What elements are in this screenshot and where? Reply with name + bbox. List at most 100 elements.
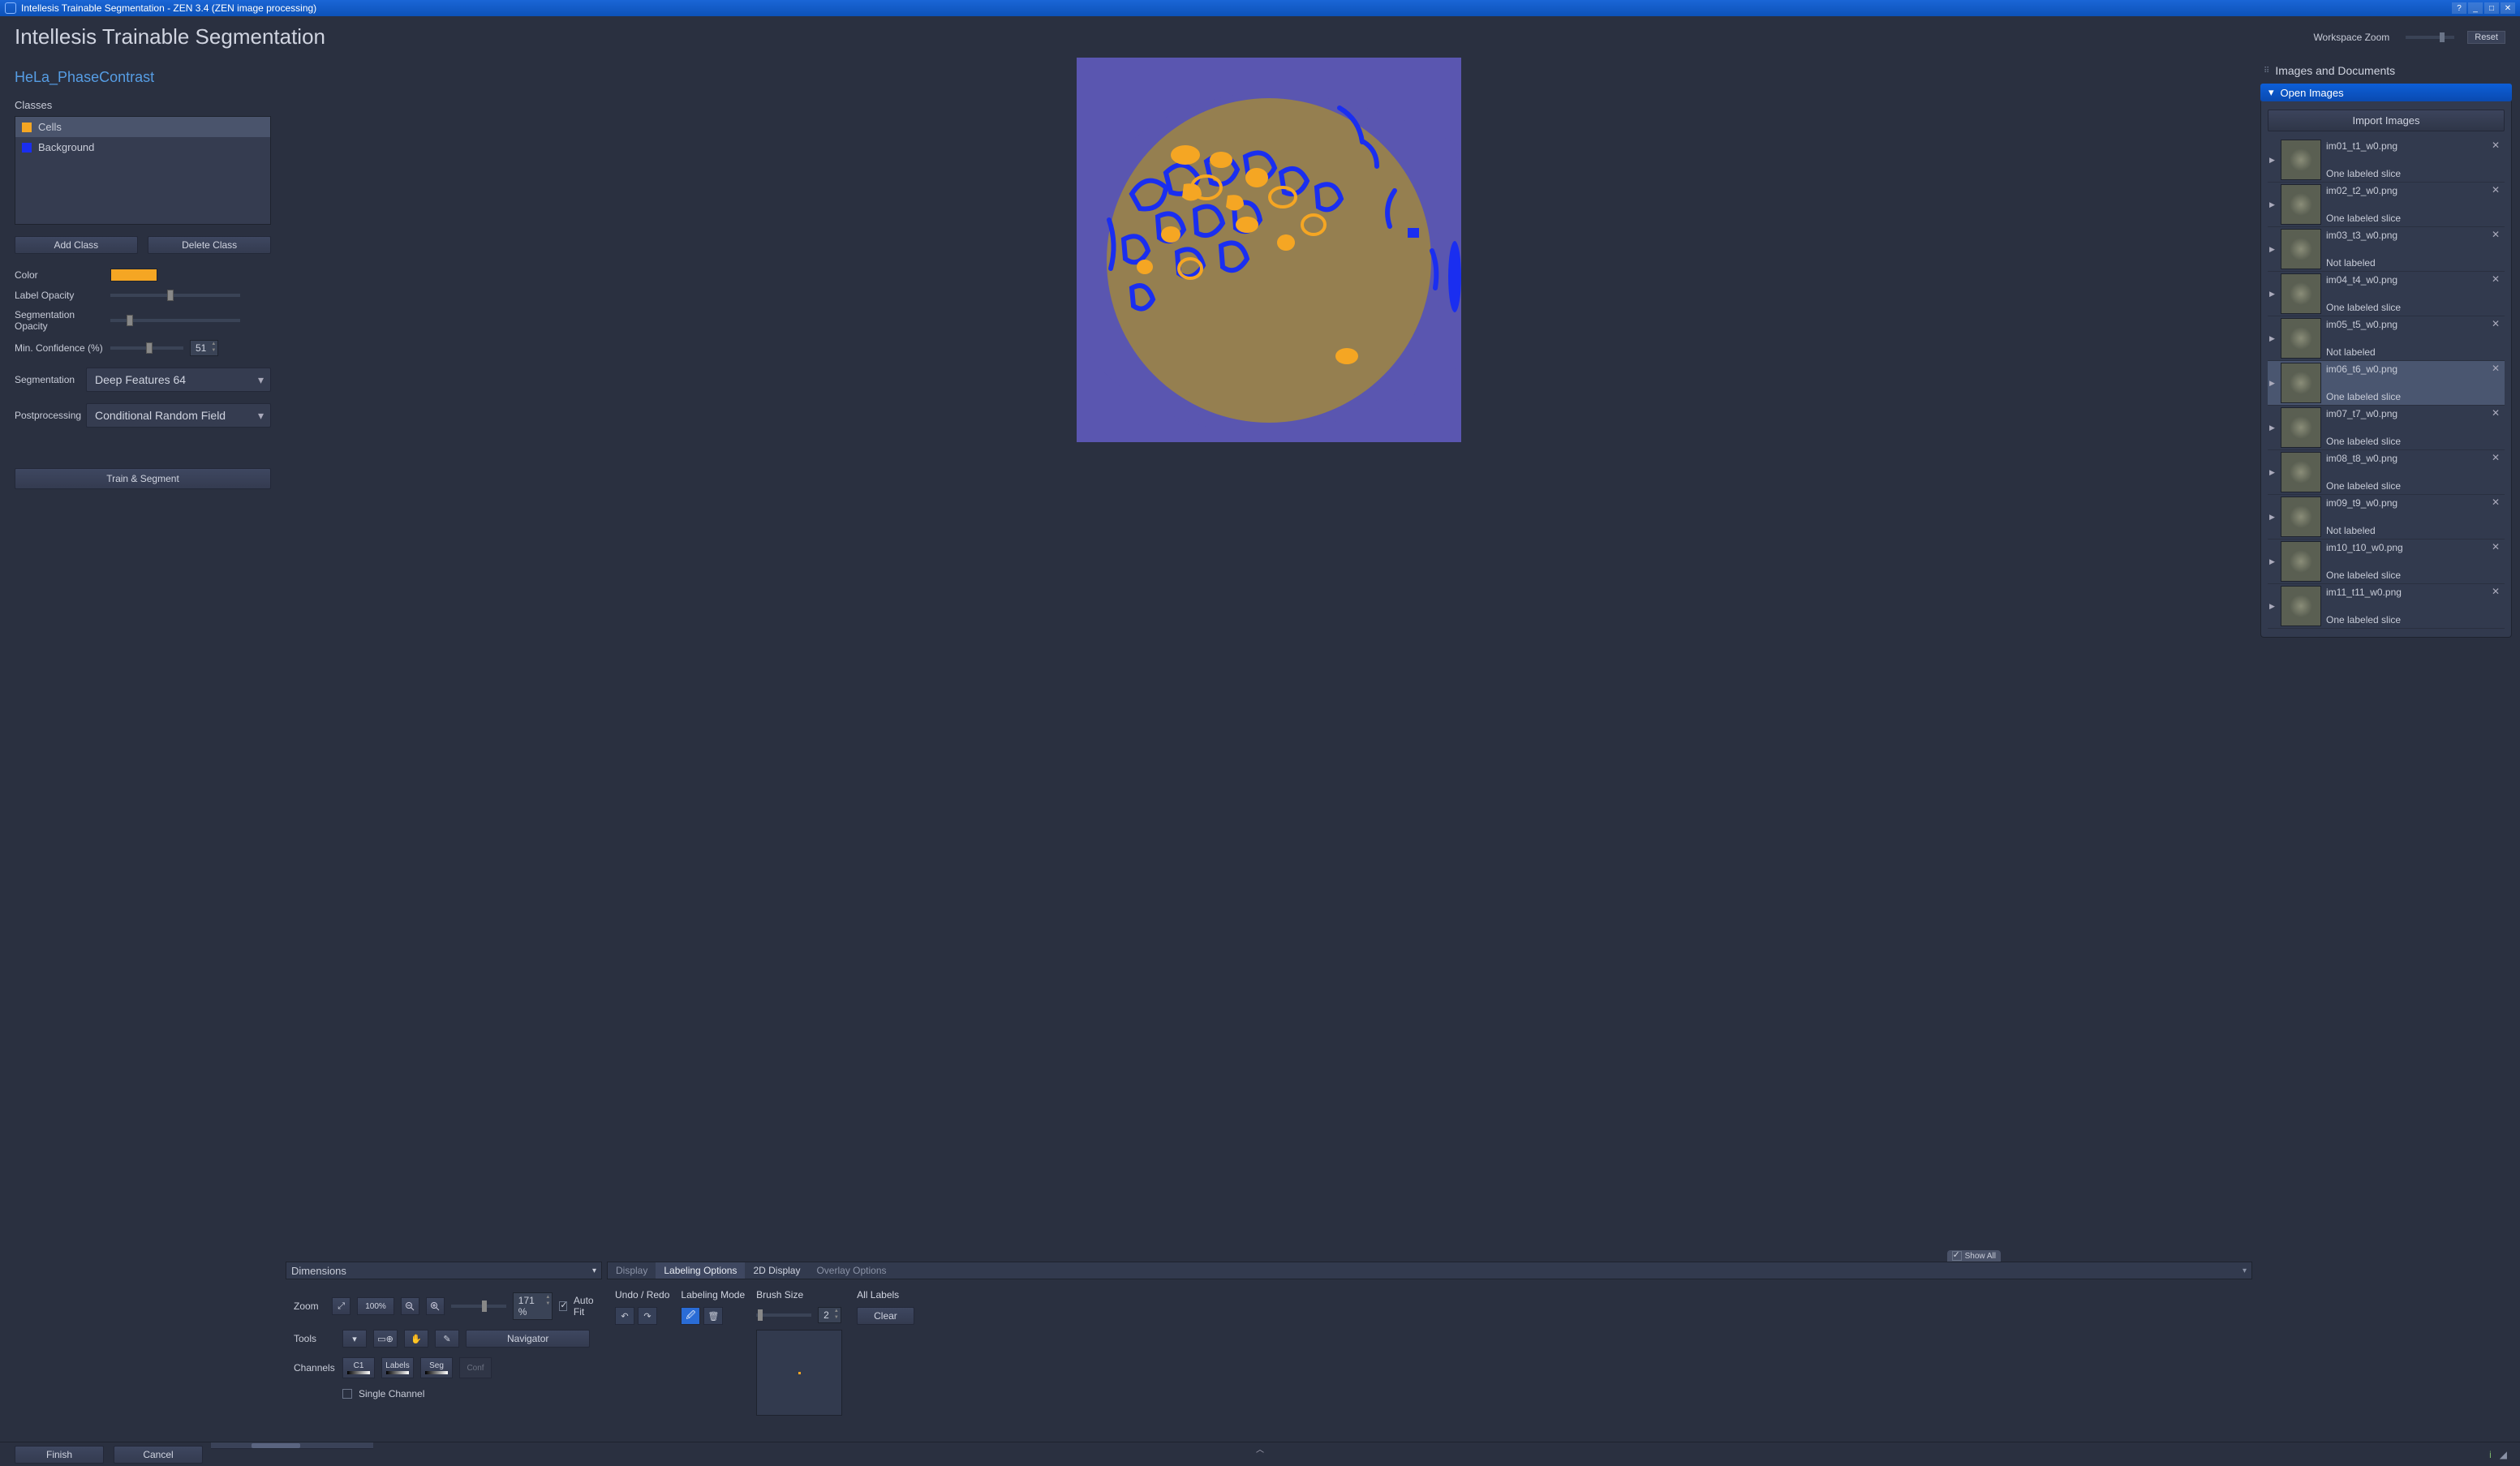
redo-button[interactable]: ↷ — [638, 1307, 657, 1325]
classes-list[interactable]: Cells Background — [15, 116, 271, 225]
min-confidence-value[interactable]: 51 — [190, 340, 218, 356]
expand-icon[interactable]: ▶ — [2269, 497, 2276, 537]
zoom-slider[interactable] — [451, 1305, 506, 1308]
clear-button[interactable]: Clear — [857, 1307, 914, 1325]
pan-tool[interactable]: ✋ — [404, 1330, 428, 1348]
image-list-item[interactable]: ▶im07_t7_w0.pngOne labeled slice✕ — [2268, 406, 2505, 450]
zoom-in-button[interactable] — [426, 1297, 445, 1315]
delete-class-button[interactable]: Delete Class — [148, 236, 271, 254]
close-icon[interactable]: ✕ — [2492, 407, 2503, 419]
cancel-button[interactable]: Cancel — [114, 1446, 203, 1464]
minimize-button[interactable]: _ — [2468, 2, 2483, 14]
expand-icon[interactable]: ▶ — [2269, 363, 2276, 403]
image-list-item[interactable]: ▶im08_t8_w0.pngOne labeled slice✕ — [2268, 450, 2505, 495]
tab-overlay-options[interactable]: Overlay Options — [808, 1262, 894, 1279]
show-all-checkbox[interactable] — [1952, 1251, 1962, 1261]
expand-icon[interactable]: ▶ — [2269, 318, 2276, 359]
workspace-zoom-slider[interactable] — [2406, 36, 2454, 39]
image-filename: im09_t9_w0.png — [2326, 497, 2487, 509]
grip-icon[interactable]: ⠿ — [2264, 67, 2270, 75]
image-list-item[interactable]: ▶im01_t1_w0.pngOne labeled slice✕ — [2268, 138, 2505, 183]
brush-size-slider[interactable] — [756, 1313, 811, 1317]
channel-c1[interactable]: C1 — [342, 1357, 375, 1378]
maximize-button[interactable]: □ — [2484, 2, 2499, 14]
zoom-100-button[interactable]: 100% — [357, 1297, 394, 1315]
tab-2d-display[interactable]: 2D Display — [745, 1262, 808, 1279]
color-swatch[interactable] — [110, 269, 157, 282]
auto-fit-checkbox[interactable] — [559, 1301, 567, 1311]
close-icon[interactable]: ✕ — [2492, 140, 2503, 151]
undo-button[interactable]: ↶ — [615, 1307, 634, 1325]
channel-seg[interactable]: Seg — [420, 1357, 453, 1378]
collapse-icon[interactable]: ︿ — [1256, 1442, 1264, 1455]
image-list-item[interactable]: ▶im03_t3_w0.pngNot labeled✕ — [2268, 227, 2505, 272]
close-icon[interactable]: ✕ — [2492, 318, 2503, 329]
pointer-tool[interactable]: ▾ — [342, 1330, 367, 1348]
train-segment-button[interactable]: Train & Segment — [15, 468, 271, 489]
expand-icon[interactable]: ▶ — [2269, 586, 2276, 626]
min-confidence-slider[interactable] — [110, 346, 183, 350]
class-row[interactable]: Cells — [15, 117, 270, 137]
expand-icon[interactable]: ▶ — [2269, 407, 2276, 448]
expand-icon[interactable]: ▶ — [2269, 140, 2276, 180]
zoom-out-button[interactable] — [401, 1297, 419, 1315]
erase-mode-button[interactable]: 🗑 — [703, 1307, 723, 1325]
close-icon[interactable]: ✕ — [2492, 452, 2503, 463]
postprocessing-select[interactable]: Conditional Random Field — [86, 403, 271, 428]
image-list-item[interactable]: ▶im09_t9_w0.pngNot labeled✕ — [2268, 495, 2505, 540]
tab-labeling-options[interactable]: Labeling Options — [656, 1262, 745, 1279]
close-icon[interactable]: ✕ — [2492, 273, 2503, 285]
label-opacity-slider[interactable] — [110, 294, 240, 297]
image-list[interactable]: ▶im01_t1_w0.pngOne labeled slice✕▶im02_t… — [2268, 138, 2505, 629]
class-name: Cells — [38, 121, 62, 133]
horizontal-scrollbar[interactable] — [211, 1442, 373, 1449]
expand-icon[interactable]: ▶ — [2269, 273, 2276, 314]
dimensions-tab[interactable]: Dimensions ▾ — [286, 1262, 602, 1279]
import-images-button[interactable]: Import Images — [2268, 110, 2505, 131]
image-status: One labeled slice — [2326, 570, 2487, 581]
expand-icon[interactable]: ▶ — [2269, 184, 2276, 225]
single-channel-checkbox[interactable] — [342, 1389, 352, 1399]
help-button[interactable]: ? — [2452, 2, 2466, 14]
close-icon[interactable]: ✕ — [2492, 363, 2503, 374]
add-class-button[interactable]: Add Class — [15, 236, 138, 254]
close-icon[interactable]: ✕ — [2492, 229, 2503, 240]
zoom-fit-button[interactable]: ⤢ — [332, 1297, 350, 1315]
eyedropper-tool[interactable]: ✎ — [435, 1330, 459, 1348]
image-list-item[interactable]: ▶im05_t5_w0.pngNot labeled✕ — [2268, 316, 2505, 361]
expand-icon[interactable]: ▶ — [2269, 452, 2276, 492]
channel-conf[interactable]: Conf — [459, 1357, 492, 1378]
image-list-item[interactable]: ▶im11_t11_w0.pngOne labeled slice✕ — [2268, 584, 2505, 629]
class-row[interactable]: Background — [15, 137, 270, 157]
show-all-toggle[interactable]: Show All — [1947, 1250, 2001, 1262]
close-icon[interactable]: ✕ — [2492, 541, 2503, 552]
resize-grip-icon[interactable]: ◢ — [2500, 1449, 2507, 1460]
finish-button[interactable]: Finish — [15, 1446, 104, 1464]
brush-size-value[interactable]: 2 — [818, 1307, 841, 1323]
rect-zoom-tool[interactable]: ▭⊕ — [373, 1330, 398, 1348]
image-list-item[interactable]: ▶im10_t10_w0.pngOne labeled slice✕ — [2268, 540, 2505, 584]
image-list-item[interactable]: ▶im02_t2_w0.pngOne labeled slice✕ — [2268, 183, 2505, 227]
reset-button[interactable]: Reset — [2467, 31, 2505, 44]
open-images-accordion[interactable]: ▾ Open Images — [2260, 84, 2512, 101]
image-viewer[interactable] — [286, 56, 2252, 1250]
image-list-item[interactable]: ▶im06_t6_w0.pngOne labeled slice✕ — [2268, 361, 2505, 406]
expand-icon[interactable]: ▾ — [592, 1266, 596, 1275]
channel-labels[interactable]: Labels — [381, 1357, 414, 1378]
navigator-button[interactable]: Navigator — [466, 1330, 590, 1348]
expand-icon[interactable]: ▶ — [2269, 541, 2276, 582]
info-icon[interactable]: i — [2489, 1449, 2492, 1460]
expand-icon[interactable]: ▶ — [2269, 229, 2276, 269]
segmentation-select[interactable]: Deep Features 64 — [86, 368, 271, 392]
close-window-button[interactable]: ✕ — [2501, 2, 2515, 14]
close-icon[interactable]: ✕ — [2492, 497, 2503, 508]
tab-display[interactable]: Display — [608, 1262, 656, 1279]
segmentation-opacity-slider[interactable] — [110, 319, 240, 322]
image-list-item[interactable]: ▶im04_t4_w0.pngOne labeled slice✕ — [2268, 272, 2505, 316]
close-icon[interactable]: ✕ — [2492, 586, 2503, 597]
zoom-value[interactable]: 171 % — [513, 1292, 553, 1320]
segmentation-canvas[interactable] — [1077, 58, 1461, 442]
close-icon[interactable]: ✕ — [2492, 184, 2503, 196]
tabs-expand-icon[interactable]: ▾ — [2238, 1262, 2251, 1279]
draw-mode-button[interactable]: 🖉 — [681, 1307, 700, 1325]
